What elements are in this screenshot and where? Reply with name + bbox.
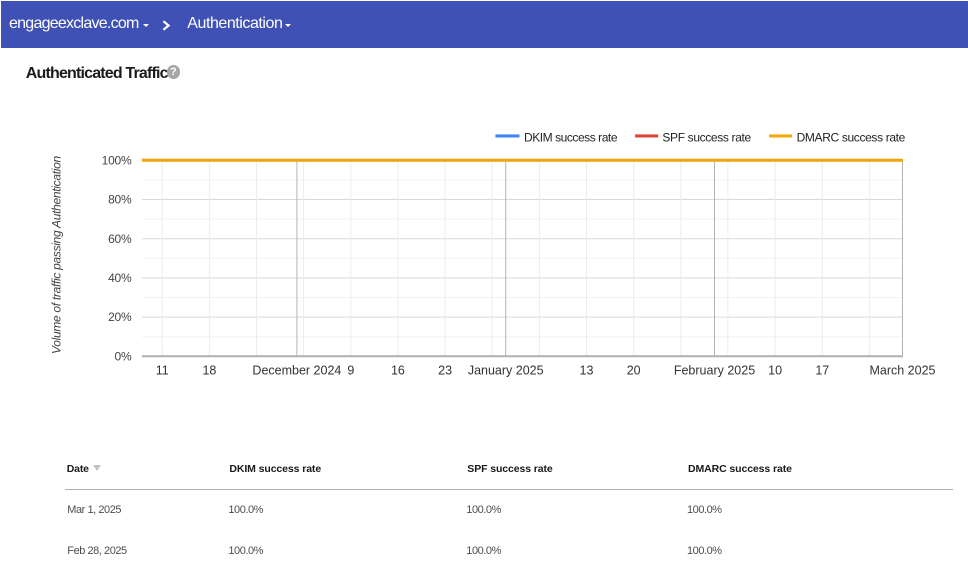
- svg-text:100%: 100%: [102, 153, 132, 167]
- svg-text:9: 9: [347, 363, 354, 377]
- svg-text:23: 23: [438, 363, 452, 377]
- svg-text:February 2025: February 2025: [674, 363, 755, 377]
- svg-text:DMARC success rate: DMARC success rate: [797, 131, 906, 145]
- svg-text:0%: 0%: [115, 349, 132, 363]
- svg-text:December 2024: December 2024: [252, 363, 341, 377]
- svg-text:Volume of traffic passing Auth: Volume of traffic passing Authentication: [49, 156, 63, 355]
- svg-text:11: 11: [156, 363, 169, 377]
- svg-text:17: 17: [815, 363, 829, 377]
- svg-text:80%: 80%: [108, 193, 132, 207]
- svg-text:March 2025: March 2025: [869, 363, 935, 377]
- svg-text:18: 18: [202, 363, 216, 377]
- svg-text:20%: 20%: [108, 310, 132, 324]
- svg-text:60%: 60%: [108, 232, 132, 246]
- svg-text:SPF success rate: SPF success rate: [662, 131, 751, 145]
- svg-text:10: 10: [768, 363, 782, 377]
- svg-text:13: 13: [580, 363, 594, 377]
- svg-text:January 2025: January 2025: [468, 363, 544, 377]
- svg-text:20: 20: [627, 363, 641, 377]
- svg-text:16: 16: [391, 363, 405, 377]
- svg-text:40%: 40%: [108, 271, 132, 285]
- svg-text:DKIM success rate: DKIM success rate: [524, 131, 618, 145]
